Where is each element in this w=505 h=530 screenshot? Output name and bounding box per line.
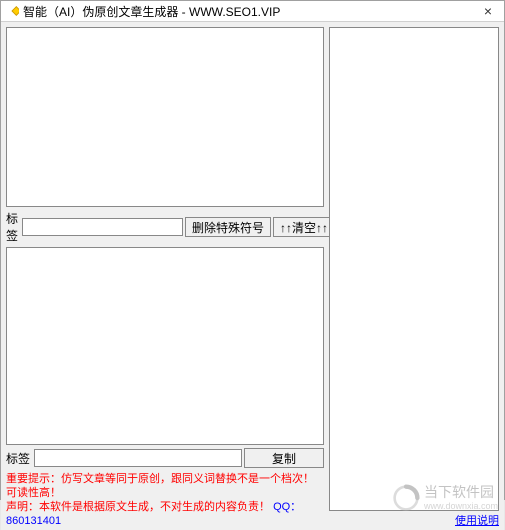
copy-button[interactable]: 复制: [244, 448, 324, 468]
result-tag-label: 标签: [6, 450, 30, 467]
result-textarea[interactable]: [6, 247, 324, 445]
notice-line-2: 声明：本软件是根据原文生成，不对生成的内容负责！ QQ： 860131401: [6, 500, 324, 528]
bottom-controls-row: 标签 复制: [6, 448, 324, 468]
titlebar: 智能（AI）伪原创文章生成器 - WWW.SEO1.VIP ×: [1, 1, 504, 22]
source-tag-label: 标签: [6, 210, 18, 244]
right-pane: 使用说明: [327, 22, 504, 530]
qq-label: QQ：: [273, 501, 301, 513]
result-tag-input[interactable]: [34, 449, 242, 467]
disclaimer-text: 声明：本软件是根据原文生成，不对生成的内容负责！: [6, 501, 270, 513]
source-textarea[interactable]: [6, 27, 324, 207]
app-icon: [5, 4, 19, 18]
remove-symbols-button[interactable]: 删除特殊符号: [185, 217, 271, 237]
clear-button[interactable]: ↑↑清空↑↑: [273, 217, 335, 237]
close-button[interactable]: ×: [474, 1, 502, 21]
notice-line-1: 重要提示：仿写文章等同于原创，跟同义词替换不是一个档次！可读性高！: [6, 472, 324, 500]
client-area: 标签 删除特殊符号 ↑↑清空↑↑ 仿写 标签 复制 重要提示：仿写文章等同于原创…: [1, 22, 504, 530]
window-title: 智能（AI）伪原创文章生成器 - WWW.SEO1.VIP: [23, 3, 474, 20]
app-window: 智能（AI）伪原创文章生成器 - WWW.SEO1.VIP × 标签 删除特殊符…: [0, 0, 505, 500]
preview-box: [329, 27, 499, 511]
notice-text: 重要提示：仿写文章等同于原创，跟同义词替换不是一个档次！可读性高！ 声明：本软件…: [6, 472, 324, 528]
qq-number: 860131401: [6, 515, 61, 527]
help-link[interactable]: 使用说明: [329, 512, 499, 528]
source-tag-input[interactable]: [22, 218, 183, 236]
top-controls-row: 标签 删除特殊符号 ↑↑清空↑↑ 仿写: [6, 210, 324, 244]
left-pane: 标签 删除特殊符号 ↑↑清空↑↑ 仿写 标签 复制 重要提示：仿写文章等同于原创…: [1, 22, 327, 530]
